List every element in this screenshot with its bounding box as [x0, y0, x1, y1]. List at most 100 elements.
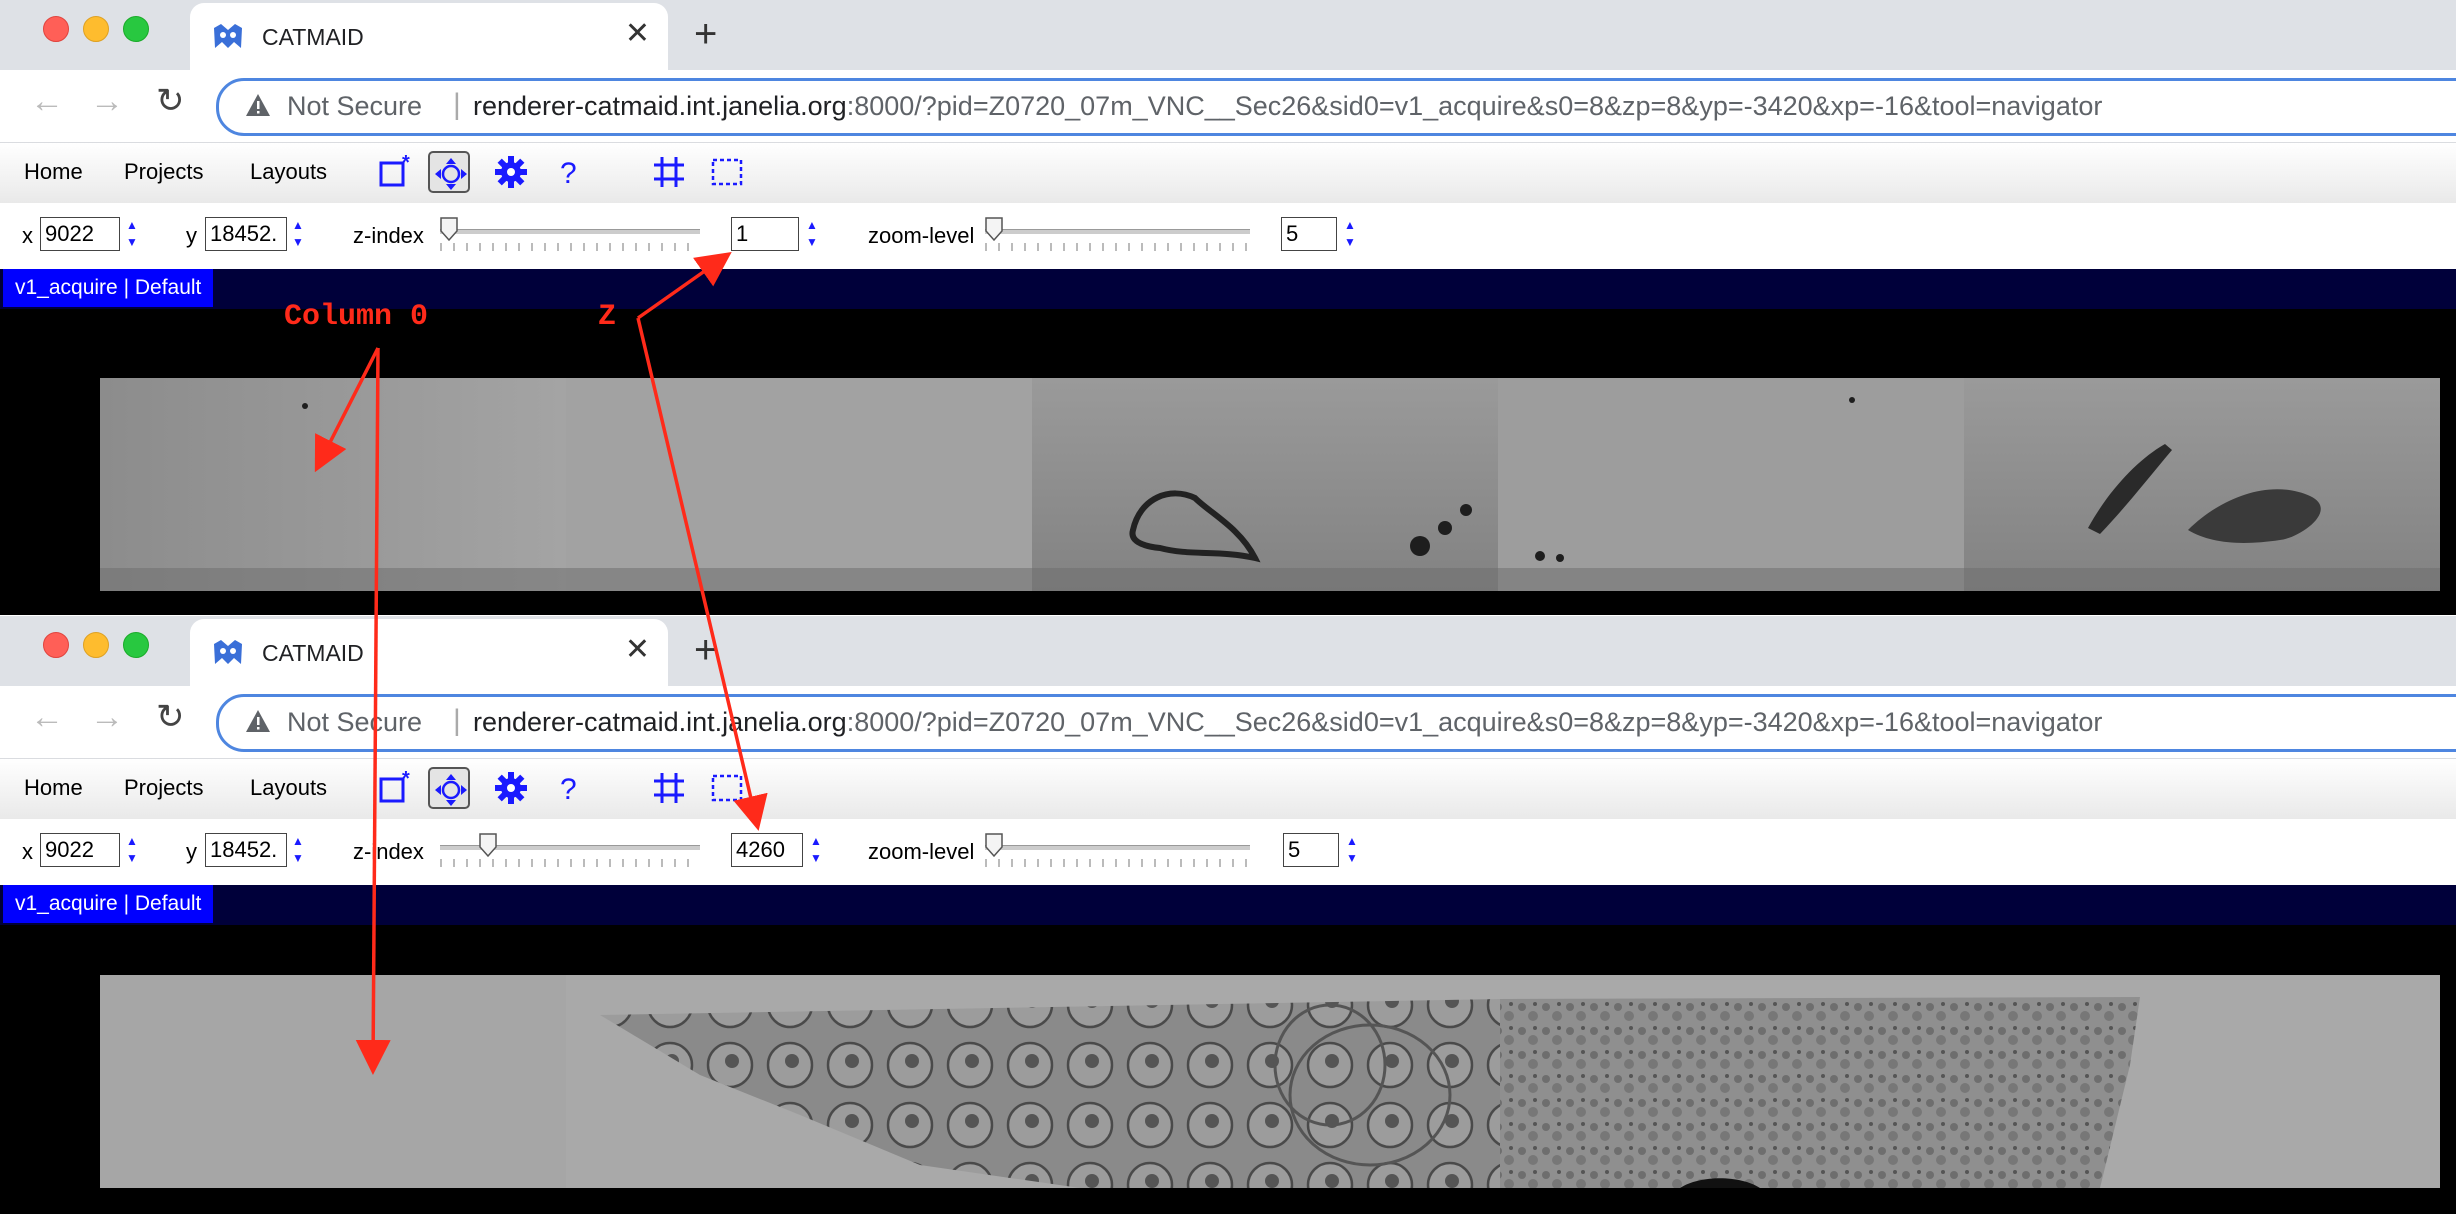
menu-projects[interactable]: Projects — [124, 159, 203, 185]
stack-layer-bar: v1_acquire | Default — [0, 269, 2456, 309]
catmaid-menu-bar: Home Projects Layouts * ? — [0, 143, 2456, 203]
menu-layouts[interactable]: Layouts — [250, 159, 327, 185]
address-bar[interactable]: Not Secure | renderer-catmaid.int.janeli… — [216, 694, 2456, 752]
x-input[interactable]: 9022 — [40, 833, 120, 867]
z-index-input[interactable]: 1 — [731, 217, 799, 251]
zoom-slider-knob[interactable] — [985, 217, 1003, 241]
navigation-controls: x 9022 ▲ ▼ y 18452. ▲ ▼ z-index 4260 ▲ ▼ zo… — [0, 819, 2456, 885]
warning-triangle-icon — [246, 94, 270, 116]
layer-label[interactable]: v1_acquire | Default — [3, 885, 214, 923]
z-index-stepper[interactable]: ▲ ▼ — [806, 217, 818, 251]
url-separator: | — [453, 88, 461, 121]
zoom-window-button[interactable] — [123, 632, 149, 658]
menu-layouts[interactable]: Layouts — [250, 775, 327, 801]
back-arrow-icon[interactable]: ← — [30, 84, 64, 118]
url-text[interactable]: renderer-catmaid.int.janelia.org:8000/?p… — [473, 91, 2102, 122]
selection-box-icon[interactable] — [706, 767, 748, 809]
zoom-level-stepper[interactable]: ▲ ▼ — [1344, 217, 1356, 251]
zoom-level-slider[interactable] — [985, 833, 1250, 873]
reload-icon[interactable]: ↻ — [156, 700, 185, 734]
y-label: y — [186, 223, 197, 248]
close-window-button[interactable] — [43, 16, 69, 42]
help-icon[interactable]: ? — [548, 151, 590, 193]
tile-grid-icon[interactable] — [648, 767, 690, 809]
stack-viewer[interactable] — [0, 925, 2456, 1214]
settings-gear-icon[interactable] — [490, 151, 532, 193]
browser-window-top: CATMAID ✕ + ← → ↻ Not Secure | renderer-… — [0, 0, 2456, 615]
navigation-controls: x 9022 ▲ ▼ y 18452. ▲ ▼ z-index 1 ▲ ▼ zoom-… — [0, 203, 2456, 269]
catmaid-favicon-icon — [214, 24, 242, 48]
close-tab-icon[interactable]: ✕ — [625, 635, 650, 665]
layer-label[interactable]: v1_acquire | Default — [3, 269, 214, 307]
catmaid-menu-bar: Home Projects Layouts * ? — [0, 759, 2456, 819]
svg-text:*: * — [402, 152, 410, 174]
zoom-level-input[interactable]: 5 — [1283, 833, 1339, 867]
browser-tab[interactable]: CATMAID ✕ — [190, 3, 668, 70]
z-index-stepper[interactable]: ▲ ▼ — [810, 833, 822, 867]
x-input[interactable]: 9022 — [40, 217, 120, 251]
em-image-strip — [100, 378, 2440, 591]
selection-box-icon[interactable] — [706, 151, 748, 193]
stack-viewer[interactable] — [0, 309, 2456, 615]
new-tab-button[interactable]: + — [694, 14, 717, 54]
not-secure-label[interactable]: Not Secure — [287, 91, 422, 122]
x-label: x — [22, 223, 33, 248]
x-label: x — [22, 839, 33, 864]
svg-text:*: * — [402, 768, 410, 790]
address-bar[interactable]: Not Secure | renderer-catmaid.int.janeli… — [216, 78, 2456, 136]
tab-strip: CATMAID ✕ + — [0, 0, 2456, 70]
back-arrow-icon[interactable]: ← — [30, 700, 64, 734]
new-window-icon[interactable]: * — [375, 767, 417, 809]
z-index-input[interactable]: 4260 — [731, 833, 803, 867]
navigator-icon[interactable] — [428, 767, 470, 809]
tab-title: CATMAID — [262, 24, 364, 50]
zoom-level-slider[interactable] — [985, 217, 1250, 257]
help-icon[interactable]: ? — [548, 767, 590, 809]
close-window-button[interactable] — [43, 632, 69, 658]
reload-icon[interactable]: ↻ — [156, 84, 185, 118]
y-label: y — [186, 839, 197, 864]
z-index-slider[interactable] — [440, 833, 700, 873]
tile-grid-icon[interactable] — [648, 151, 690, 193]
z-slider-knob[interactable] — [440, 217, 458, 241]
new-tab-button[interactable]: + — [694, 630, 717, 670]
z-slider-knob[interactable] — [478, 833, 497, 857]
x-stepper[interactable]: ▲ ▼ — [126, 833, 138, 867]
stack-layer-bar: v1_acquire | Default — [0, 885, 2456, 925]
forward-arrow-icon[interactable]: → — [90, 700, 124, 734]
not-secure-label[interactable]: Not Secure — [287, 707, 422, 738]
warning-triangle-icon — [246, 710, 270, 732]
zoom-window-button[interactable] — [123, 16, 149, 42]
zoom-level-stepper[interactable]: ▲ ▼ — [1346, 833, 1358, 867]
y-input[interactable]: 18452. — [205, 217, 287, 251]
x-stepper[interactable]: ▲ ▼ — [126, 217, 138, 251]
tab-title: CATMAID — [262, 640, 364, 666]
navigator-icon[interactable] — [428, 151, 470, 193]
z-index-slider[interactable] — [440, 217, 700, 257]
minimize-window-button[interactable] — [83, 16, 109, 42]
new-window-icon[interactable]: * — [375, 151, 417, 193]
zoom-level-input[interactable]: 5 — [1281, 217, 1337, 251]
svg-text:?: ? — [560, 773, 577, 806]
tab-strip: CATMAID ✕ + — [0, 616, 2456, 686]
forward-arrow-icon[interactable]: → — [90, 84, 124, 118]
y-input[interactable]: 18452. — [205, 833, 287, 867]
y-stepper[interactable]: ▲ ▼ — [292, 217, 304, 251]
zoom-level-label: zoom-level — [868, 223, 975, 248]
browser-window-bottom: CATMAID ✕ + ← → ↻ Not Secure | renderer-… — [0, 616, 2456, 1214]
minimize-window-button[interactable] — [83, 632, 109, 658]
menu-home[interactable]: Home — [24, 159, 83, 185]
zoom-level-label: zoom-level — [868, 839, 975, 864]
zoom-slider-knob[interactable] — [985, 833, 1003, 857]
url-text[interactable]: renderer-catmaid.int.janelia.org:8000/?p… — [473, 707, 2102, 738]
browser-toolbar: ← → ↻ Not Secure | renderer-catmaid.int.… — [0, 686, 2456, 759]
em-image-strip — [100, 975, 2440, 1188]
settings-gear-icon[interactable] — [490, 767, 532, 809]
svg-text:?: ? — [560, 157, 577, 190]
browser-tab[interactable]: CATMAID ✕ — [190, 619, 668, 686]
menu-home[interactable]: Home — [24, 775, 83, 801]
y-stepper[interactable]: ▲ ▼ — [292, 833, 304, 867]
menu-projects[interactable]: Projects — [124, 775, 203, 801]
close-tab-icon[interactable]: ✕ — [625, 19, 650, 49]
url-separator: | — [453, 704, 461, 737]
